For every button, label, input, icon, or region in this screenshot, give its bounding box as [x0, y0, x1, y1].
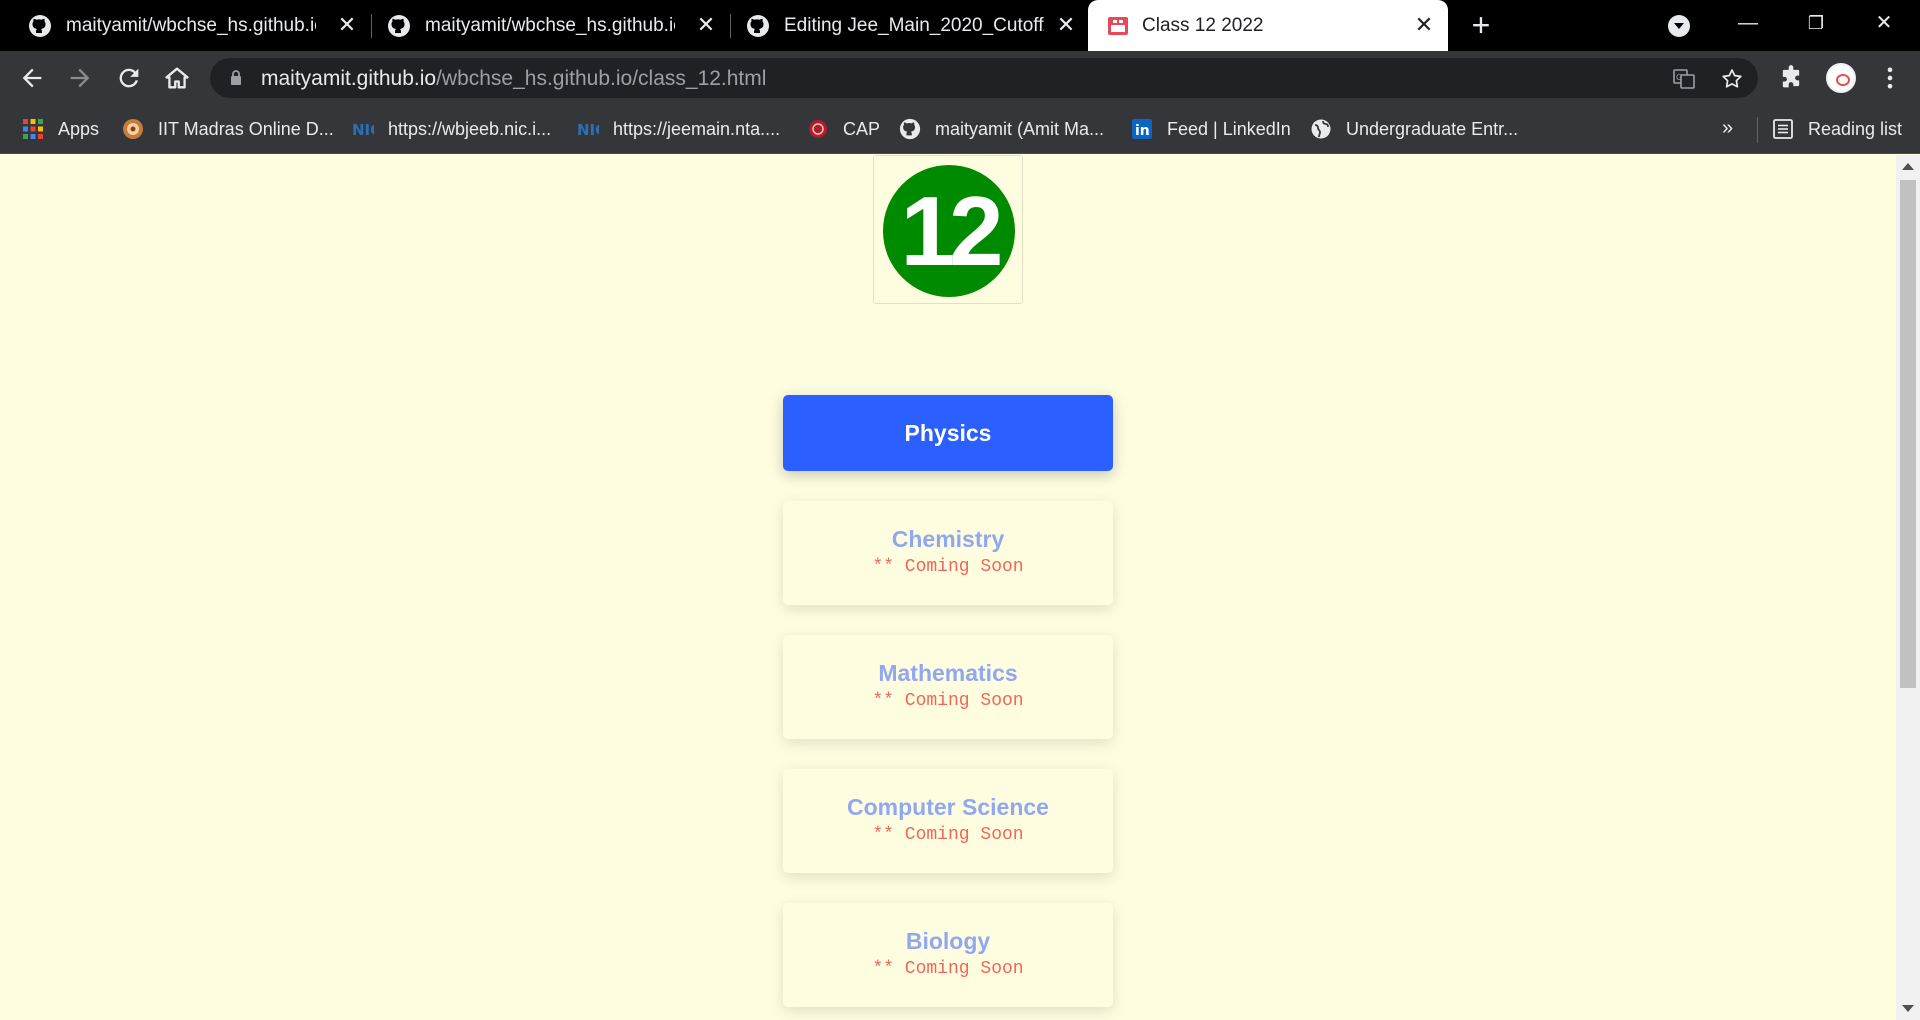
close-tab-icon[interactable]: ✕ [1054, 12, 1078, 37]
tab-title: Class 12 2022 [1142, 15, 1264, 36]
cap-icon [809, 120, 827, 138]
browser-tab[interactable]: maityamit/wbchse_hs.github.io ✕ [0, 0, 360, 51]
chemistry-card[interactable]: Chemistry ** Coming Soon [783, 501, 1113, 605]
restore-button[interactable]: ❐ [1798, 8, 1834, 38]
svg-text:in: in [1135, 123, 1150, 139]
tab-strip: maityamit/wbchse_hs.github.io ✕ maityami… [0, 0, 1920, 51]
url-text: maityamit.github.io/wbchse_hs.github.io/… [261, 67, 766, 91]
back-button[interactable] [18, 64, 46, 92]
bookmark-label: maityamit (Amit Ma... [935, 118, 1105, 139]
browser-tab-active[interactable]: Class 12 2022 ✕ [1088, 0, 1448, 51]
coming-soon-note: ** Coming Soon [872, 691, 1024, 711]
bookmarks-overflow-button[interactable]: » [1722, 117, 1733, 140]
globe-icon [1311, 119, 1331, 139]
bookmark-label: https://jeemain.nta.... [613, 118, 781, 139]
coming-soon-note: ** Coming Soon [872, 959, 1024, 979]
reading-list-button[interactable]: Reading list [1772, 115, 1902, 143]
tab-search-icon[interactable] [1668, 15, 1690, 37]
minimize-button[interactable]: — [1730, 8, 1766, 38]
reload-icon [119, 68, 139, 88]
svg-text:NIC: NIC [577, 121, 599, 139]
scroll-up-arrow-icon[interactable] [1902, 163, 1914, 170]
computer-science-card[interactable]: Computer Science ** Coming Soon [783, 769, 1113, 873]
iitm-icon [123, 119, 143, 139]
linkedin-icon: in [1132, 119, 1152, 139]
translate-icon[interactable]: G [1672, 67, 1696, 91]
page-viewport: 12 Physics Chemistry ** Coming Soon Math… [0, 155, 1896, 1020]
tab-title: maityamit/wbchse_hs.github.io [425, 15, 675, 36]
bookmark-label: CAP [843, 118, 881, 139]
coming-soon-note: ** Coming Soon [872, 825, 1024, 845]
nic-icon: NIC [577, 121, 599, 139]
close-tab-icon[interactable]: ✕ [1412, 12, 1436, 37]
biology-card[interactable]: Biology ** Coming Soon [783, 903, 1113, 1007]
logo-badge: 12 [883, 165, 1015, 297]
url-path: /wbchse_hs.github.io/class_12.html [436, 67, 767, 90]
window-close-button[interactable]: ✕ [1866, 8, 1902, 38]
reload-button[interactable] [115, 64, 143, 92]
svg-text:NIC: NIC [352, 121, 374, 139]
browser-tab[interactable]: maityamit/wbchse_hs.github.io ✕ [359, 0, 718, 51]
reading-list-icon [1773, 119, 1793, 139]
bookmark-linkedin[interactable]: in Feed | LinkedIn [1131, 115, 1291, 143]
extensions-puzzle-icon[interactable] [1777, 64, 1805, 92]
tab-title: maityamit/wbchse_hs.github.io [66, 15, 316, 36]
bookmark-label: Undergraduate Entr... [1346, 118, 1519, 139]
github-icon [29, 15, 51, 37]
bookmark-apps[interactable]: Apps [22, 115, 99, 143]
subject-name: Physics [904, 420, 992, 446]
github-icon [388, 15, 410, 37]
bookmark-label: https://wbjeeb.nic.i... [388, 118, 552, 139]
lock-icon [231, 70, 241, 85]
reading-list-label: Reading list [1808, 118, 1903, 139]
browser-toolbar: maityamit.github.io/wbchse_hs.github.io/… [0, 51, 1920, 105]
scroll-down-arrow-icon[interactable] [1902, 1005, 1914, 1012]
new-tab-button[interactable]: + [1466, 9, 1496, 41]
url-host: maityamit.github.io [261, 67, 437, 90]
tab-title: Editing Jee_Main_2020_Cutoff/RE [784, 15, 1044, 36]
svg-text:G: G [1676, 73, 1682, 82]
bookmark-label: IIT Madras Online D... [158, 118, 334, 139]
scroll-thumb[interactable] [1900, 180, 1916, 688]
subject-name: Chemistry [891, 526, 1005, 552]
bookmark-label: Feed | LinkedIn [1167, 118, 1291, 139]
address-bar[interactable]: maityamit.github.io/wbchse_hs.github.io/… [210, 58, 1758, 98]
bookmark-jeemain[interactable]: NIC https://jeemain.nta.... [577, 115, 780, 143]
github-icon [899, 118, 921, 140]
site-favicon-icon [1108, 17, 1128, 35]
apps-grid-icon [23, 119, 43, 139]
vertical-scrollbar[interactable] [1896, 155, 1920, 1020]
bookmark-wbjeeb[interactable]: NIC https://wbjeeb.nic.i... [352, 115, 551, 143]
forward-arrow-icon [70, 68, 90, 88]
coming-soon-note: ** Coming Soon [872, 557, 1024, 577]
mathematics-card[interactable]: Mathematics ** Coming Soon [783, 635, 1113, 739]
bookmark-iitm[interactable]: IIT Madras Online D... [122, 115, 334, 143]
bookmark-star-icon[interactable] [1720, 67, 1744, 91]
back-arrow-icon [22, 68, 42, 88]
nic-icon: NIC [352, 121, 374, 139]
home-icon [165, 67, 189, 89]
bookmarks-bar: Apps IIT Madras Online D... NIC https://… [0, 105, 1920, 154]
close-tab-icon[interactable]: ✕ [335, 12, 359, 37]
profile-avatar[interactable] [1826, 63, 1856, 93]
physics-button[interactable]: Physics [783, 395, 1113, 471]
subject-name: Biology [905, 928, 991, 954]
bookmark-cap[interactable]: CAP [807, 115, 880, 143]
forward-button[interactable] [66, 64, 94, 92]
subject-name: Mathematics [878, 660, 1018, 686]
github-icon [747, 15, 769, 37]
bookmark-undergraduate[interactable]: Undergraduate Entr... [1310, 115, 1518, 143]
browser-tab[interactable]: Editing Jee_Main_2020_Cutoff/RE ✕ [718, 0, 1088, 51]
close-tab-icon[interactable]: ✕ [694, 12, 718, 37]
bookmarks-separator [1757, 117, 1758, 143]
subject-name: Computer Science [847, 794, 1049, 820]
class-12-logo: 12 [873, 155, 1023, 304]
bookmark-github[interactable]: maityamit (Amit Ma... [899, 115, 1104, 143]
menu-kebab-icon[interactable] [1876, 64, 1904, 92]
bookmark-label: Apps [58, 118, 100, 139]
home-button[interactable] [163, 64, 191, 92]
